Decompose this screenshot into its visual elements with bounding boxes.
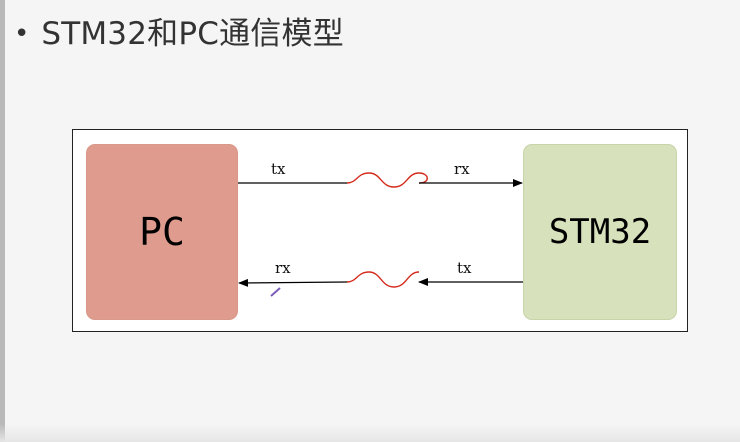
slide-left-edge [0,0,5,442]
pen-annotation-mark [270,287,281,297]
bottom-link-tx-label: tx [457,259,472,277]
top-link-tx-label: tx [271,160,286,178]
link-layer: tx rx rx tx [238,160,523,297]
bottom-link-line-left [238,278,348,287]
slide-title: STM32和PC通信模型 [41,16,344,52]
slide-title-row: • STM32和PC通信模型 [14,14,344,54]
bottom-link-wave [346,271,420,288]
bottom-link-rx-label: rx [275,259,291,277]
top-link-wave [346,172,428,188]
top-link-rx-label: rx [454,160,470,178]
bottom-shade [0,424,740,442]
bottom-link: rx tx [238,259,523,297]
bullet-point: • [14,19,30,49]
top-link: tx rx [238,160,523,188]
communication-diagram: PC STM32 tx rx rx tx [72,129,688,332]
